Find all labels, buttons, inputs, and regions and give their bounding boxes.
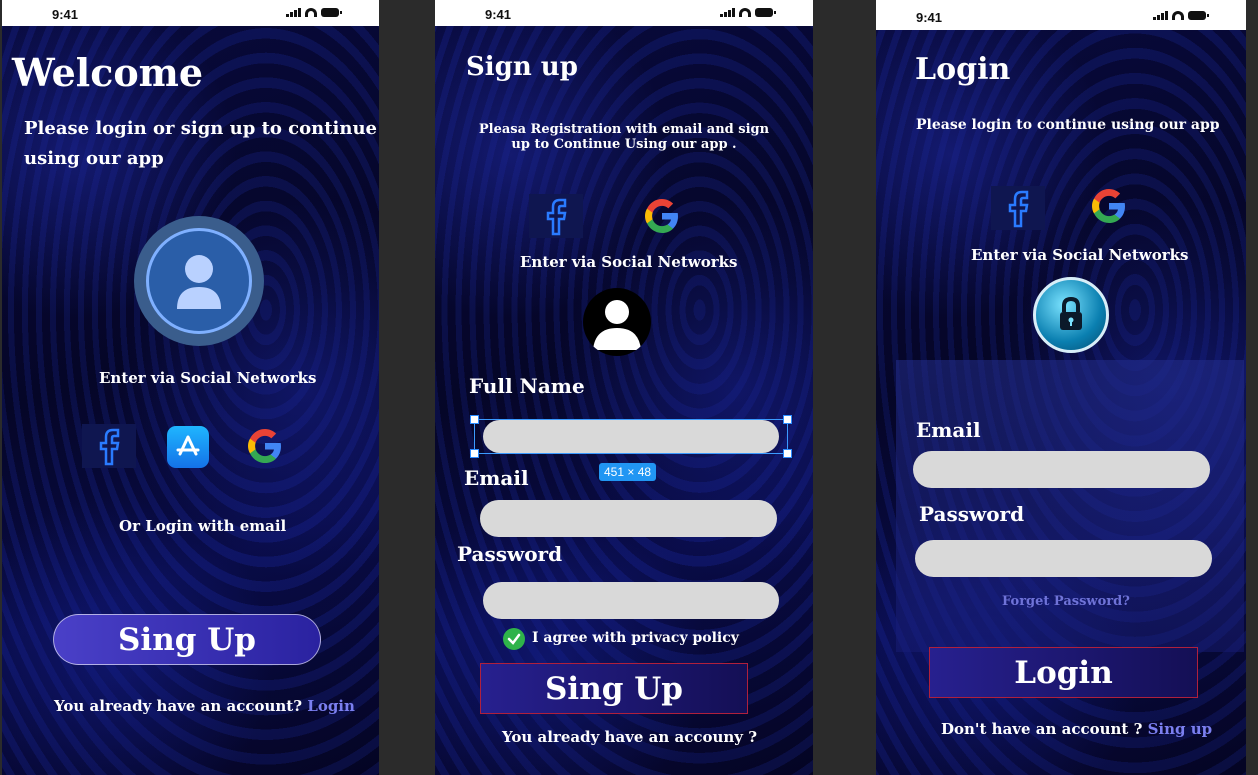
login-link[interactable]: Login: [307, 697, 355, 715]
app-store-icon[interactable]: [167, 426, 209, 468]
facebook-f-glyph: [99, 428, 120, 466]
forgot-password-link[interactable]: Forget Password?: [1002, 594, 1130, 609]
status-bar: 9:41: [876, 0, 1246, 30]
social-label: Enter via Social Networks: [520, 253, 738, 271]
facebook-icon[interactable]: [529, 194, 583, 238]
login-button[interactable]: Login: [929, 647, 1198, 698]
password-label: Password: [457, 542, 563, 566]
battery-icon: [755, 8, 776, 17]
email-label: Email: [916, 418, 981, 442]
resize-handle-tr[interactable]: [783, 415, 792, 424]
user-avatar-icon: [593, 300, 641, 350]
agree-text: I agree with privacy policy: [532, 630, 739, 646]
email-label: Email: [464, 466, 529, 490]
battery-icon: [321, 8, 342, 17]
avatar-inner: [146, 228, 252, 334]
google-icon[interactable]: [642, 196, 682, 236]
signup-button[interactable]: Sing Up: [53, 614, 321, 665]
lock-icon: [1060, 296, 1082, 330]
subtitle-line2: using our app: [24, 148, 164, 169]
check-icon[interactable]: [503, 628, 525, 650]
facebook-icon[interactable]: [991, 186, 1045, 230]
email-input[interactable]: [480, 500, 777, 537]
status-bar: 9:41: [435, 0, 813, 26]
account-text: You already have an account?: [54, 697, 303, 715]
status-bar: 9:41: [2, 0, 379, 26]
account-text[interactable]: You already have an accouny ?: [502, 728, 757, 746]
fullname-label: Full Name: [469, 374, 585, 398]
email-login-label: Or Login with email: [119, 517, 287, 535]
google-icon[interactable]: [245, 426, 285, 466]
account-prompt: You already have an account? Login: [54, 697, 355, 715]
signal-icon: [720, 8, 735, 17]
google-icon[interactable]: [1089, 186, 1129, 226]
avatar[interactable]: [134, 216, 264, 346]
signal-icon: [286, 8, 301, 17]
facebook-icon[interactable]: [82, 424, 136, 468]
lock-avatar: [1033, 277, 1109, 353]
wifi-icon: [739, 8, 751, 17]
page-title: Sign up: [466, 52, 578, 82]
signup-button[interactable]: Sing Up: [480, 663, 748, 714]
status-icons: [720, 8, 776, 17]
signal-icon: [1153, 11, 1168, 20]
social-label: Enter via Social Networks: [971, 246, 1189, 264]
battery-icon: [1188, 11, 1209, 20]
welcome-screen: 9:41 Welcome Please login or sign up to …: [2, 0, 379, 775]
facebook-f-glyph: [1008, 190, 1029, 228]
status-time: 9:41: [485, 7, 512, 22]
login-screen: 9:41 Login Please login to continue usin…: [876, 0, 1246, 775]
no-account-text: Don't have an account ?: [941, 720, 1143, 738]
subtitle-line2: up to Continue Using our app .: [511, 137, 737, 152]
page-title: Login: [915, 52, 1011, 87]
subtitle-line1: Please login or sign up to continue: [24, 118, 377, 139]
user-avatar-icon: [177, 255, 221, 309]
resize-handle-bl[interactable]: [470, 449, 479, 458]
signup-prompt: Don't have an account ? Sing up: [941, 720, 1212, 738]
app-store-glyph: [176, 435, 200, 456]
password-input[interactable]: [483, 582, 779, 619]
resize-handle-tl[interactable]: [470, 415, 479, 424]
status-icons: [1153, 11, 1209, 20]
status-time: 9:41: [52, 7, 79, 22]
subtitle-line1: Pleasa Registration with email and sign: [478, 122, 770, 137]
resize-handle-br[interactable]: [783, 449, 792, 458]
size-badge: 451 × 48: [599, 463, 657, 481]
email-input[interactable]: [913, 451, 1210, 488]
password-label: Password: [919, 502, 1025, 526]
page-title: Welcome: [12, 50, 204, 95]
wifi-icon: [1172, 11, 1184, 20]
status-icons: [286, 8, 342, 17]
signup-link[interactable]: Sing up: [1148, 720, 1213, 738]
avatar[interactable]: [583, 288, 651, 356]
password-input[interactable]: [915, 540, 1212, 577]
status-time: 9:41: [916, 10, 943, 25]
facebook-f-glyph: [546, 198, 567, 236]
signup-screen: 9:41 Sign up Pleasa Registration with em…: [435, 0, 813, 775]
subtitle: Please login to continue using our app: [916, 117, 1220, 133]
wifi-icon: [305, 8, 317, 17]
selection-outline: [474, 419, 788, 454]
social-label: Enter via Social Networks: [99, 369, 317, 387]
